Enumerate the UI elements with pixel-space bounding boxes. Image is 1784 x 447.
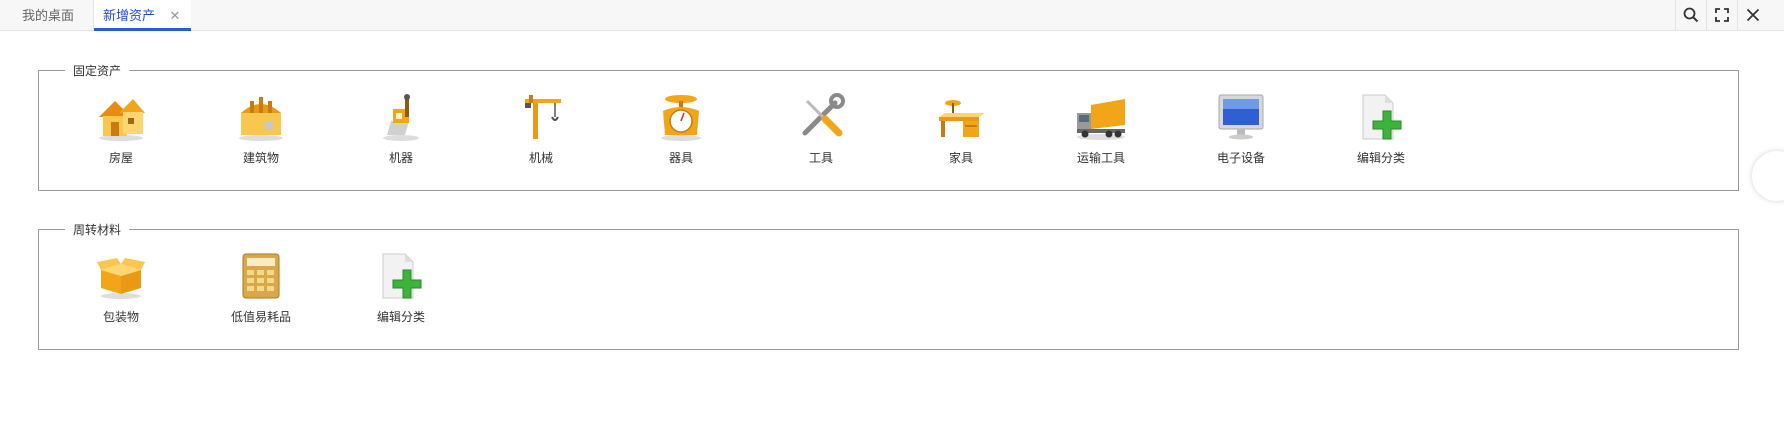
add-document-icon [1362, 94, 1402, 140]
category-house[interactable]: 房屋 [71, 91, 171, 173]
category-label: 家具 [948, 151, 973, 165]
tab-my-desktop[interactable]: 我的桌面 [22, 0, 74, 30]
machine-icon [383, 94, 419, 141]
fullscreen-icon [1714, 8, 1729, 22]
category-label: 编辑分类 [1356, 151, 1405, 165]
category-machinery[interactable]: 机械 [491, 91, 591, 173]
building-icon [239, 97, 283, 141]
category-label: 机器 [388, 151, 413, 165]
category-label: 低值易耗品 [230, 310, 291, 324]
category-label: 建筑物 [242, 151, 279, 165]
crane-icon [525, 95, 561, 139]
category-low-value-consumables[interactable]: 低值易耗品 [211, 250, 311, 332]
category-appliance[interactable]: 器具 [631, 91, 731, 173]
revolving-materials-group: 周转材料 包装物 低值易耗品 编辑分类 [38, 221, 1739, 350]
close-icon [1746, 8, 1759, 22]
desk-icon [939, 100, 985, 137]
category-label: 编辑分类 [376, 310, 425, 324]
fullscreen-button[interactable] [1706, 0, 1736, 30]
category-tools[interactable]: 工具 [771, 91, 871, 173]
floating-widget[interactable] [1752, 151, 1784, 201]
close-button[interactable] [1737, 0, 1767, 30]
search-icon [1683, 7, 1698, 23]
fixed-assets-group: 固定资产 房屋 建筑物 机器 机械 器具 工具 家具 运输工具 电子设备 编辑分… [38, 62, 1739, 191]
calculator-icon [242, 253, 280, 299]
group-title: 周转材料 [65, 221, 130, 239]
category-packaging[interactable]: 包装物 [71, 250, 171, 332]
edit-category-button[interactable]: 编辑分类 [351, 250, 451, 332]
category-label: 包装物 [102, 310, 139, 324]
category-label: 运输工具 [1076, 151, 1125, 165]
tab-add-asset[interactable]: 新增资产 ✕ [93, 0, 191, 33]
category-label: 工具 [808, 151, 833, 165]
monitor-icon [1218, 94, 1264, 140]
truck-icon [1077, 99, 1125, 140]
add-document-icon [382, 253, 422, 299]
tab-add-asset-label: 新增资产 [103, 9, 156, 24]
category-label: 机械 [528, 151, 553, 165]
category-building[interactable]: 建筑物 [211, 91, 311, 173]
tab-close-icon[interactable]: ✕ [168, 0, 182, 33]
category-furniture[interactable]: 家具 [911, 91, 1011, 173]
category-label: 电子设备 [1216, 151, 1265, 165]
group-title: 固定资产 [65, 62, 130, 80]
category-electronics[interactable]: 电子设备 [1191, 91, 1291, 173]
category-label: 器具 [668, 151, 693, 165]
category-vehicle[interactable]: 运输工具 [1051, 91, 1151, 173]
house-icon [99, 99, 145, 141]
scale-icon [661, 95, 701, 141]
box-icon [97, 258, 145, 299]
category-machine[interactable]: 机器 [351, 91, 451, 173]
tab-bar: 我的桌面 新增资产 ✕ [0, 0, 1784, 31]
tools-icon [802, 93, 845, 137]
edit-category-button[interactable]: 编辑分类 [1331, 91, 1431, 173]
category-label: 房屋 [108, 151, 133, 165]
search-button[interactable] [1675, 0, 1705, 30]
